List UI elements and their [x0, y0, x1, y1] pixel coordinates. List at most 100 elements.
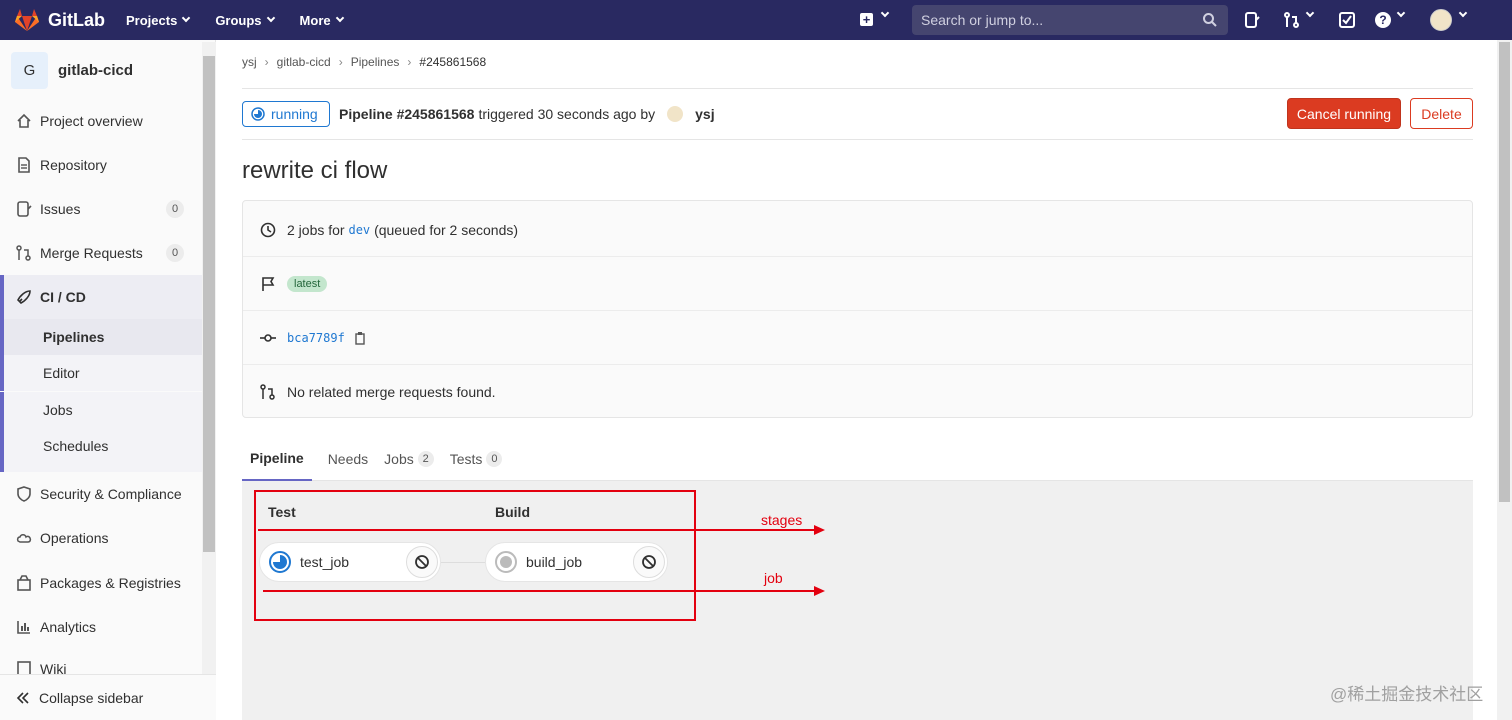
search-icon: [1203, 13, 1217, 27]
tab-tests[interactable]: Tests 0: [450, 438, 503, 481]
nav-more[interactable]: More: [292, 13, 351, 28]
project-avatar: G: [11, 51, 48, 89]
tags-row: latest: [243, 257, 1472, 311]
chevron-down-icon: [266, 13, 275, 23]
pipeline-label: Pipeline #245861568: [339, 106, 475, 122]
new-item-icon[interactable]: +: [860, 13, 873, 26]
delete-button[interactable]: Delete: [1410, 98, 1473, 129]
sidebar-item-security[interactable]: Security & Compliance: [0, 472, 202, 516]
sidebar-item-analytics[interactable]: Analytics: [0, 605, 202, 649]
tab-label: Jobs: [384, 451, 414, 467]
chart-icon: [16, 619, 32, 635]
merge-request-icon: [259, 383, 277, 401]
project-header[interactable]: G gitlab-cicd: [0, 40, 215, 100]
sidebar-subitem-pipelines[interactable]: Pipelines: [0, 319, 202, 355]
collapse-sidebar-button[interactable]: Collapse sidebar: [0, 674, 216, 720]
tab-count-badge: 2: [417, 451, 434, 467]
merge-request-icon[interactable]: [1283, 11, 1301, 29]
cloud-icon: [16, 530, 32, 546]
jobs-prefix: 2 jobs for: [287, 221, 345, 238]
page-title: rewrite ci flow: [242, 157, 388, 184]
issues-count-badge: 0: [166, 200, 184, 218]
sidebar-item-wiki[interactable]: Wiki: [0, 649, 202, 674]
merge-request-icon: [16, 245, 32, 261]
status-label: running: [271, 106, 318, 122]
breadcrumb-pipelines[interactable]: Pipelines: [351, 55, 400, 69]
sidebar-subitem-editor[interactable]: Editor: [0, 355, 202, 391]
shield-icon: [16, 486, 32, 502]
status-badge[interactable]: running: [242, 101, 330, 127]
svg-text:?: ?: [1379, 13, 1386, 27]
divider: [242, 139, 1473, 140]
user-avatar[interactable]: [667, 106, 684, 122]
help-icon[interactable]: ?: [1374, 11, 1392, 29]
watermark: @稀土掘金技术社区: [1330, 685, 1484, 704]
sidebar-item-issues[interactable]: Issues 0: [0, 187, 202, 231]
tab-label: Needs: [327, 451, 369, 467]
page-scrollbar-thumb[interactable]: [1499, 42, 1510, 502]
breadcrumb-ysj[interactable]: ysj: [242, 55, 257, 69]
annotation-label-stages: stages: [761, 512, 803, 528]
sidebar-scrollbar-thumb[interactable]: [203, 56, 215, 552]
nav-projects-label: Projects: [126, 12, 178, 28]
tab-needs[interactable]: Needs: [328, 438, 368, 481]
user-avatar[interactable]: [1430, 9, 1452, 31]
home-icon: [16, 113, 32, 129]
sidebar-item-operations[interactable]: Operations: [0, 516, 202, 560]
running-status-icon: [251, 107, 265, 121]
chevron-right-icon: ›: [407, 55, 412, 69]
search-input[interactable]: Search or jump to...: [912, 5, 1228, 35]
nav-groups-label: Groups: [215, 12, 262, 28]
pipeline-tabs: Pipeline Needs Jobs 2 Tests 0: [242, 438, 1473, 481]
no-merge-requests-text: No related merge requests found.: [287, 384, 496, 400]
sidebar-item-label: Security & Compliance: [40, 486, 182, 502]
todo-icon[interactable]: [1338, 11, 1356, 29]
issues-icon: [16, 201, 32, 217]
breadcrumb-project[interactable]: gitlab-cicd: [277, 55, 331, 69]
annotation-label-job: job: [764, 570, 783, 586]
cancel-running-button[interactable]: Cancel running: [1287, 98, 1401, 129]
chevron-down-icon: [182, 13, 191, 23]
divider: [242, 88, 1473, 89]
nav-groups[interactable]: Groups: [207, 13, 281, 28]
sidebar-item-packages[interactable]: Packages & Registries: [0, 561, 202, 605]
user-link[interactable]: ysj: [695, 106, 714, 122]
sidebar-item-project-overview[interactable]: Project overview: [0, 99, 202, 143]
search-placeholder: Search or jump to...: [921, 12, 1044, 28]
tab-pipeline[interactable]: Pipeline: [242, 438, 312, 481]
nav-more-label: More: [299, 12, 331, 28]
copy-icon[interactable]: [353, 331, 367, 345]
gitlab-logo[interactable]: GitLab: [14, 8, 114, 32]
project-name: gitlab-cicd: [58, 61, 134, 79]
gitlab-tanuki-icon: [15, 9, 39, 31]
commit-row: bca7789f: [243, 311, 1472, 365]
sidebar-item-label: Issues: [40, 201, 81, 217]
sidebar-item-merge-requests[interactable]: Merge Requests 0: [0, 231, 202, 275]
commit-sha-link[interactable]: bca7789f: [287, 331, 345, 345]
sidebar-item-label: Wiki: [40, 661, 67, 674]
sidebar-item-cicd[interactable]: CI / CD: [0, 275, 202, 319]
page-scrollbar[interactable]: [1497, 40, 1512, 720]
sidebar-item-label: Operations: [40, 530, 109, 546]
issues-icon[interactable]: [1243, 11, 1261, 29]
double-chevron-left-icon: [16, 691, 29, 704]
brand-name: GitLab: [48, 9, 105, 30]
breadcrumb-pipeline-id[interactable]: #245861568: [419, 55, 486, 69]
sidebar-subitem-schedules[interactable]: Schedules: [0, 428, 202, 472]
sidebar-item-label: Repository: [40, 157, 107, 173]
clock-icon: [259, 221, 277, 239]
branch-link[interactable]: dev: [348, 223, 370, 237]
tab-jobs[interactable]: Jobs 2: [384, 438, 434, 481]
nav-projects[interactable]: Projects: [118, 13, 197, 28]
pipeline-info: Pipeline #245861568 triggered 30 seconds…: [339, 106, 715, 122]
annotation-arrow-job: [263, 586, 825, 596]
merge-requests-count-badge: 0: [166, 244, 184, 262]
tab-count-badge: 0: [486, 451, 503, 467]
book-icon: [16, 661, 32, 674]
triggered-text: triggered 30 seconds ago by: [478, 106, 656, 122]
sidebar-subitem-jobs[interactable]: Jobs: [0, 392, 202, 428]
rocket-icon: [16, 289, 32, 305]
tab-label: Pipeline: [250, 450, 304, 466]
doc-icon: [16, 157, 32, 173]
sidebar-item-repository[interactable]: Repository: [0, 143, 202, 187]
